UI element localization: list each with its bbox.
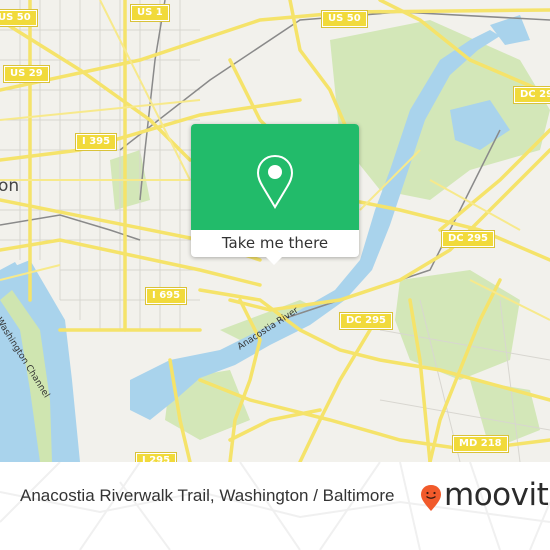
popup-header[interactable] (191, 124, 359, 230)
road-shield-us50-left: US 50 (0, 9, 38, 27)
road-shield-dc295-low: DC 295 (339, 312, 393, 330)
road-shield-dc295-mid: DC 295 (441, 230, 495, 248)
city-label-washington: on (0, 176, 20, 196)
map-pin-icon (256, 154, 294, 209)
location-title: Anacostia Riverwalk Trail, Washington / … (20, 486, 395, 505)
moovit-logo[interactable]: moovit (420, 477, 549, 514)
road-shield-dc295-top: DC 295 (513, 86, 550, 104)
footer-bar: Anacostia Riverwalk Trail, Washington / … (0, 462, 550, 550)
map-view[interactable]: on Washington Channel Anacostia River US… (0, 0, 550, 462)
road-shield-us50-right: US 50 (321, 10, 368, 28)
moovit-wordmark: moovit (444, 477, 549, 513)
road-shield-i295: I 295 (134, 452, 178, 462)
road-shield-us29: US 29 (3, 65, 50, 83)
road-shield-i695: I 695 (144, 287, 188, 305)
moovit-pin-icon (421, 485, 441, 511)
popup-pointer (266, 257, 282, 265)
take-me-there-button[interactable]: Take me there (191, 230, 359, 257)
road-shield-md218: MD 218 (452, 435, 509, 453)
location-popup[interactable]: Take me there (191, 124, 359, 265)
road-shield-us1: US 1 (130, 4, 170, 22)
road-shield-i395: I 395 (74, 133, 118, 151)
